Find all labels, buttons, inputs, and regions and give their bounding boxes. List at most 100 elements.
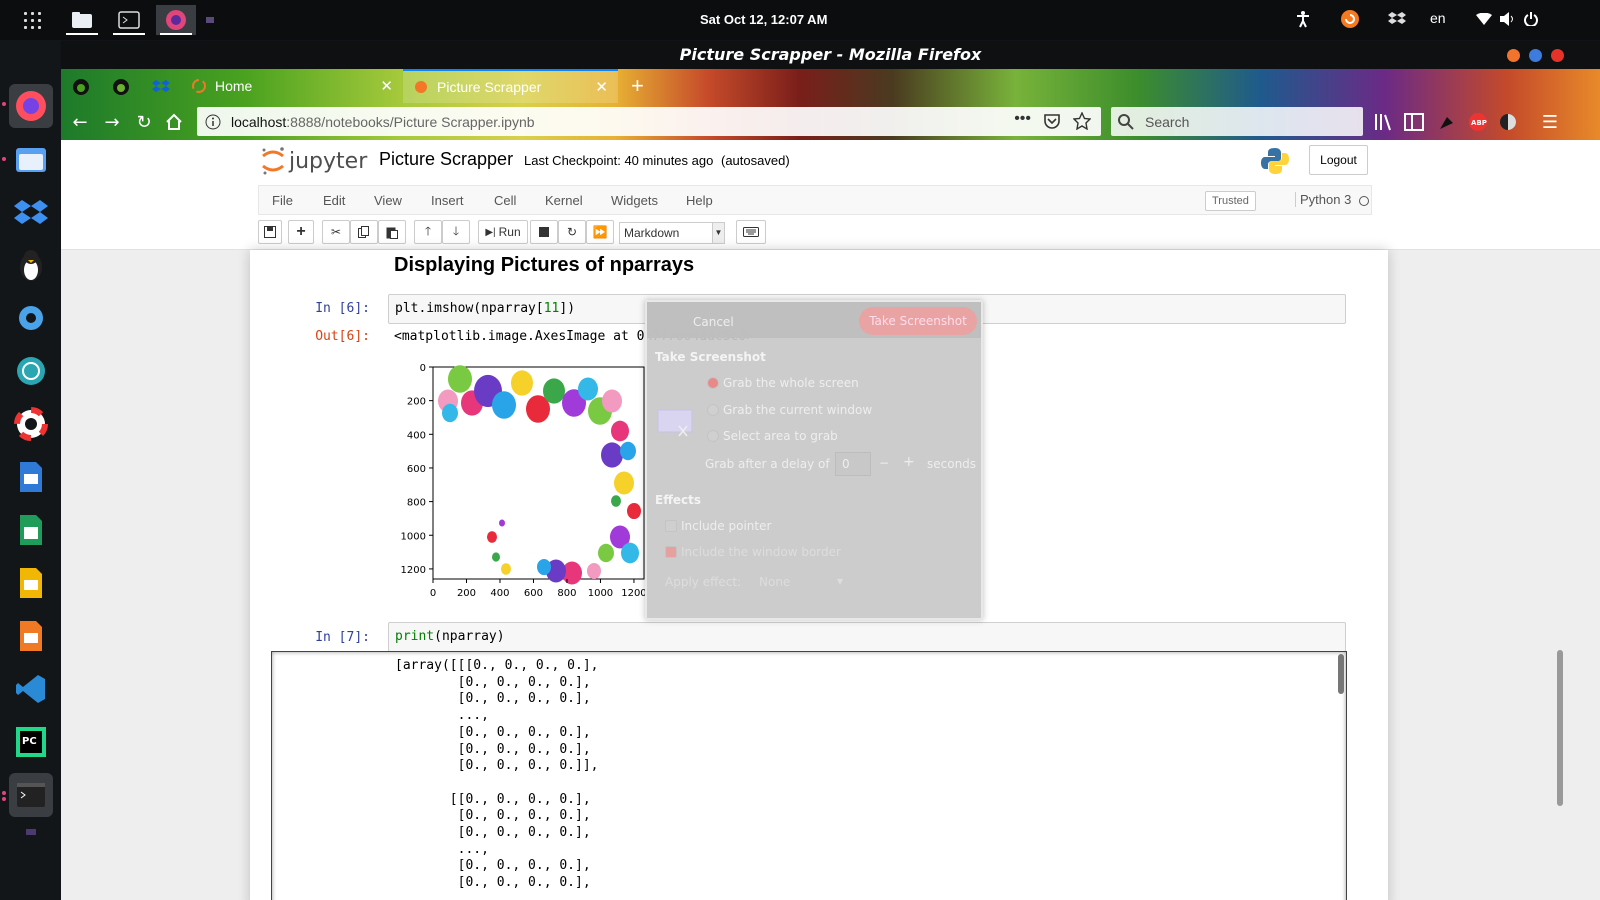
imshow-plot: 0 200 400 600 800 1000 1200 0 200 400 600 800 1000 1… <box>401 363 647 599</box>
sidebar-icon[interactable] <box>1403 111 1425 133</box>
dark-mode-icon[interactable] <box>1497 111 1519 133</box>
scrolled-output-7[interactable]: [array([[[0., 0., 0., 0.], [0., 0., 0., … <box>271 651 1347 900</box>
dock-calc[interactable] <box>9 508 53 552</box>
language-indicator[interactable]: en <box>1430 10 1446 26</box>
volume-icon[interactable] <box>1500 12 1516 26</box>
dock-show-apps[interactable] <box>9 825 53 839</box>
taskbar-more[interactable] <box>200 5 220 35</box>
dock-dropbox[interactable] <box>9 190 53 234</box>
pinned-tab-github-1[interactable] <box>69 75 93 99</box>
menu-insert[interactable]: Insert <box>431 193 464 208</box>
close-tab-icon[interactable]: ✕ <box>595 78 608 96</box>
address-bar[interactable]: localhost:8888/notebooks/Picture Scrappe… <box>197 107 1101 136</box>
extension-icon[interactable] <box>1435 111 1457 133</box>
dock-firefox[interactable] <box>9 84 53 128</box>
cancel-button[interactable]: Cancel <box>693 315 734 329</box>
tab-picture-scrapper[interactable]: Picture Scrapper ✕ <box>403 69 618 103</box>
take-screenshot-button[interactable]: Take Screenshot <box>859 307 977 335</box>
menu-button[interactable]: ☰ <box>1539 111 1561 133</box>
save-button[interactable] <box>258 220 282 244</box>
adblock-icon[interactable]: ABP <box>1467 111 1489 133</box>
run-button[interactable]: ▶| Run <box>478 220 528 244</box>
copy-button[interactable] <box>350 220 378 244</box>
dock-vscode[interactable] <box>9 667 53 711</box>
notebook-name[interactable]: Picture Scrapper <box>379 149 513 170</box>
minimize-button[interactable] <box>1507 49 1520 62</box>
menu-kernel[interactable]: Kernel <box>545 193 583 208</box>
new-tab-button[interactable]: + <box>621 69 655 103</box>
dock-software-updater[interactable] <box>9 349 53 393</box>
code-cell-7[interactable]: print(nparray) <box>388 622 1346 652</box>
page-scrollbar[interactable] <box>1557 650 1563 806</box>
jupyter-logo[interactable]: jupyter <box>260 146 367 176</box>
dock-penguin[interactable] <box>9 243 53 287</box>
pocket-icon[interactable] <box>1043 113 1061 129</box>
library-icon[interactable] <box>1373 111 1395 133</box>
menu-edit[interactable]: Edit <box>323 193 345 208</box>
restart-button[interactable]: ↻ <box>558 220 586 244</box>
restart-run-all-button[interactable]: ⏩ <box>586 220 614 244</box>
option-whole-screen[interactable]: Grab the whole screen <box>707 376 859 390</box>
app-grid-icon[interactable] <box>24 12 42 30</box>
close-window-button[interactable] <box>1551 49 1564 62</box>
menu-help[interactable]: Help <box>686 193 713 208</box>
dropbox-icon[interactable] <box>1388 10 1406 28</box>
insert-cell-button[interactable]: + <box>288 220 314 244</box>
taskbar-files[interactable] <box>62 5 102 35</box>
save-icon <box>264 226 276 238</box>
option-current-window[interactable]: Grab the current window <box>707 403 872 417</box>
dock-help[interactable] <box>9 402 53 446</box>
forward-button[interactable]: → <box>101 111 123 133</box>
wifi-icon[interactable] <box>1476 13 1492 25</box>
dock-settings[interactable] <box>9 296 53 340</box>
interrupt-button[interactable] <box>530 220 558 244</box>
effect-select[interactable]: None <box>759 575 790 589</box>
bookmark-star-icon[interactable] <box>1073 112 1091 130</box>
menu-file[interactable]: File <box>272 193 293 208</box>
command-palette-button[interactable] <box>736 220 766 244</box>
update-icon[interactable] <box>1340 9 1360 29</box>
cell-type-select[interactable]: Markdown ▼ <box>619 222 725 244</box>
option-select-area[interactable]: Select area to grab <box>707 429 838 443</box>
delay-decrement-button[interactable]: − <box>879 456 889 470</box>
dock-terminal[interactable] <box>9 773 53 817</box>
clock[interactable]: Sat Oct 12, 12:07 AM <box>700 12 827 27</box>
window-titlebar[interactable]: Picture Scrapper - Mozilla Firefox <box>61 41 1600 69</box>
dock-impress[interactable] <box>9 561 53 605</box>
balloon-shape <box>442 403 458 423</box>
trusted-badge[interactable]: Trusted <box>1205 191 1256 211</box>
delay-increment-button[interactable]: + <box>903 454 915 470</box>
include-border-checkbox[interactable]: Include the window border <box>665 545 841 559</box>
move-down-button[interactable]: 🡓 <box>442 220 470 244</box>
paste-button[interactable] <box>378 220 406 244</box>
pinned-tab-github-2[interactable] <box>109 75 133 99</box>
delay-input[interactable]: 0 <box>835 452 871 476</box>
reload-button[interactable]: ↻ <box>133 111 155 133</box>
output-scrollbar[interactable] <box>1338 654 1344 694</box>
menu-widgets[interactable]: Widgets <box>611 193 658 208</box>
accessibility-icon[interactable] <box>1295 10 1311 28</box>
markdown-heading[interactable]: Displaying Pictures of nparrays <box>394 254 694 277</box>
close-tab-icon[interactable]: ✕ <box>380 77 393 95</box>
maximize-button[interactable] <box>1529 49 1542 62</box>
page-actions-icon[interactable]: ••• <box>1014 110 1031 128</box>
dock-impress-alt[interactable] <box>9 614 53 658</box>
taskbar-firefox[interactable] <box>156 5 196 35</box>
tab-home[interactable]: Home ✕ <box>181 69 403 103</box>
move-up-button[interactable]: 🡑 <box>414 220 442 244</box>
power-icon[interactable] <box>1524 12 1538 26</box>
dock-files[interactable] <box>9 137 53 181</box>
cut-button[interactable]: ✂ <box>322 220 350 244</box>
taskbar-terminal[interactable] <box>109 5 149 35</box>
include-pointer-checkbox[interactable]: Include pointer <box>665 519 771 533</box>
dock-writer[interactable] <box>9 455 53 499</box>
dock-pycharm[interactable]: PC <box>9 720 53 764</box>
balloon-shape <box>492 391 516 419</box>
back-button[interactable]: ← <box>69 111 91 133</box>
menu-cell[interactable]: Cell <box>494 193 516 208</box>
home-button[interactable] <box>163 111 185 133</box>
pinned-tab-dropbox[interactable] <box>149 75 173 99</box>
logout-button[interactable]: Logout <box>1309 145 1368 175</box>
search-bar[interactable]: Search <box>1111 107 1363 136</box>
menu-view[interactable]: View <box>374 193 402 208</box>
